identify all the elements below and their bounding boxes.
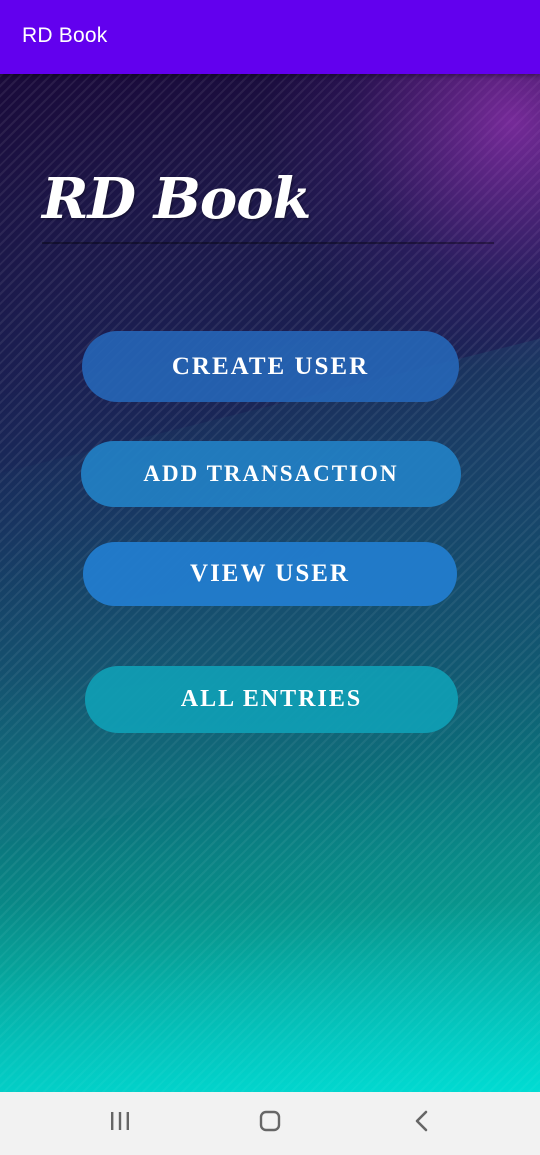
- home-icon: [258, 1109, 282, 1138]
- back-icon: [412, 1109, 432, 1138]
- system-nav-bar: [0, 1092, 540, 1155]
- all-entries-button[interactable]: ALL ENTRIES: [85, 666, 458, 733]
- home-button[interactable]: [230, 1092, 310, 1155]
- back-button[interactable]: [382, 1092, 462, 1155]
- create-user-button[interactable]: CREATE USER: [82, 331, 459, 402]
- title-divider: [42, 242, 494, 244]
- recent-apps-button[interactable]: [80, 1092, 160, 1155]
- background-bottom-glow: [0, 672, 540, 1092]
- add-transaction-button[interactable]: ADD TRANSACTION: [81, 441, 461, 507]
- view-user-button[interactable]: VIEW USER: [83, 542, 457, 606]
- screen: RD Book RD Book CREATE USER ADD TRANSACT…: [0, 0, 540, 1155]
- main-content: RD Book CREATE USER ADD TRANSACTION VIEW…: [0, 74, 540, 1092]
- app-bar-title: RD Book: [22, 24, 108, 47]
- app-bar: RD Book: [0, 0, 540, 74]
- recent-apps-icon: [108, 1110, 132, 1137]
- logo-title: RD Book: [42, 166, 311, 232]
